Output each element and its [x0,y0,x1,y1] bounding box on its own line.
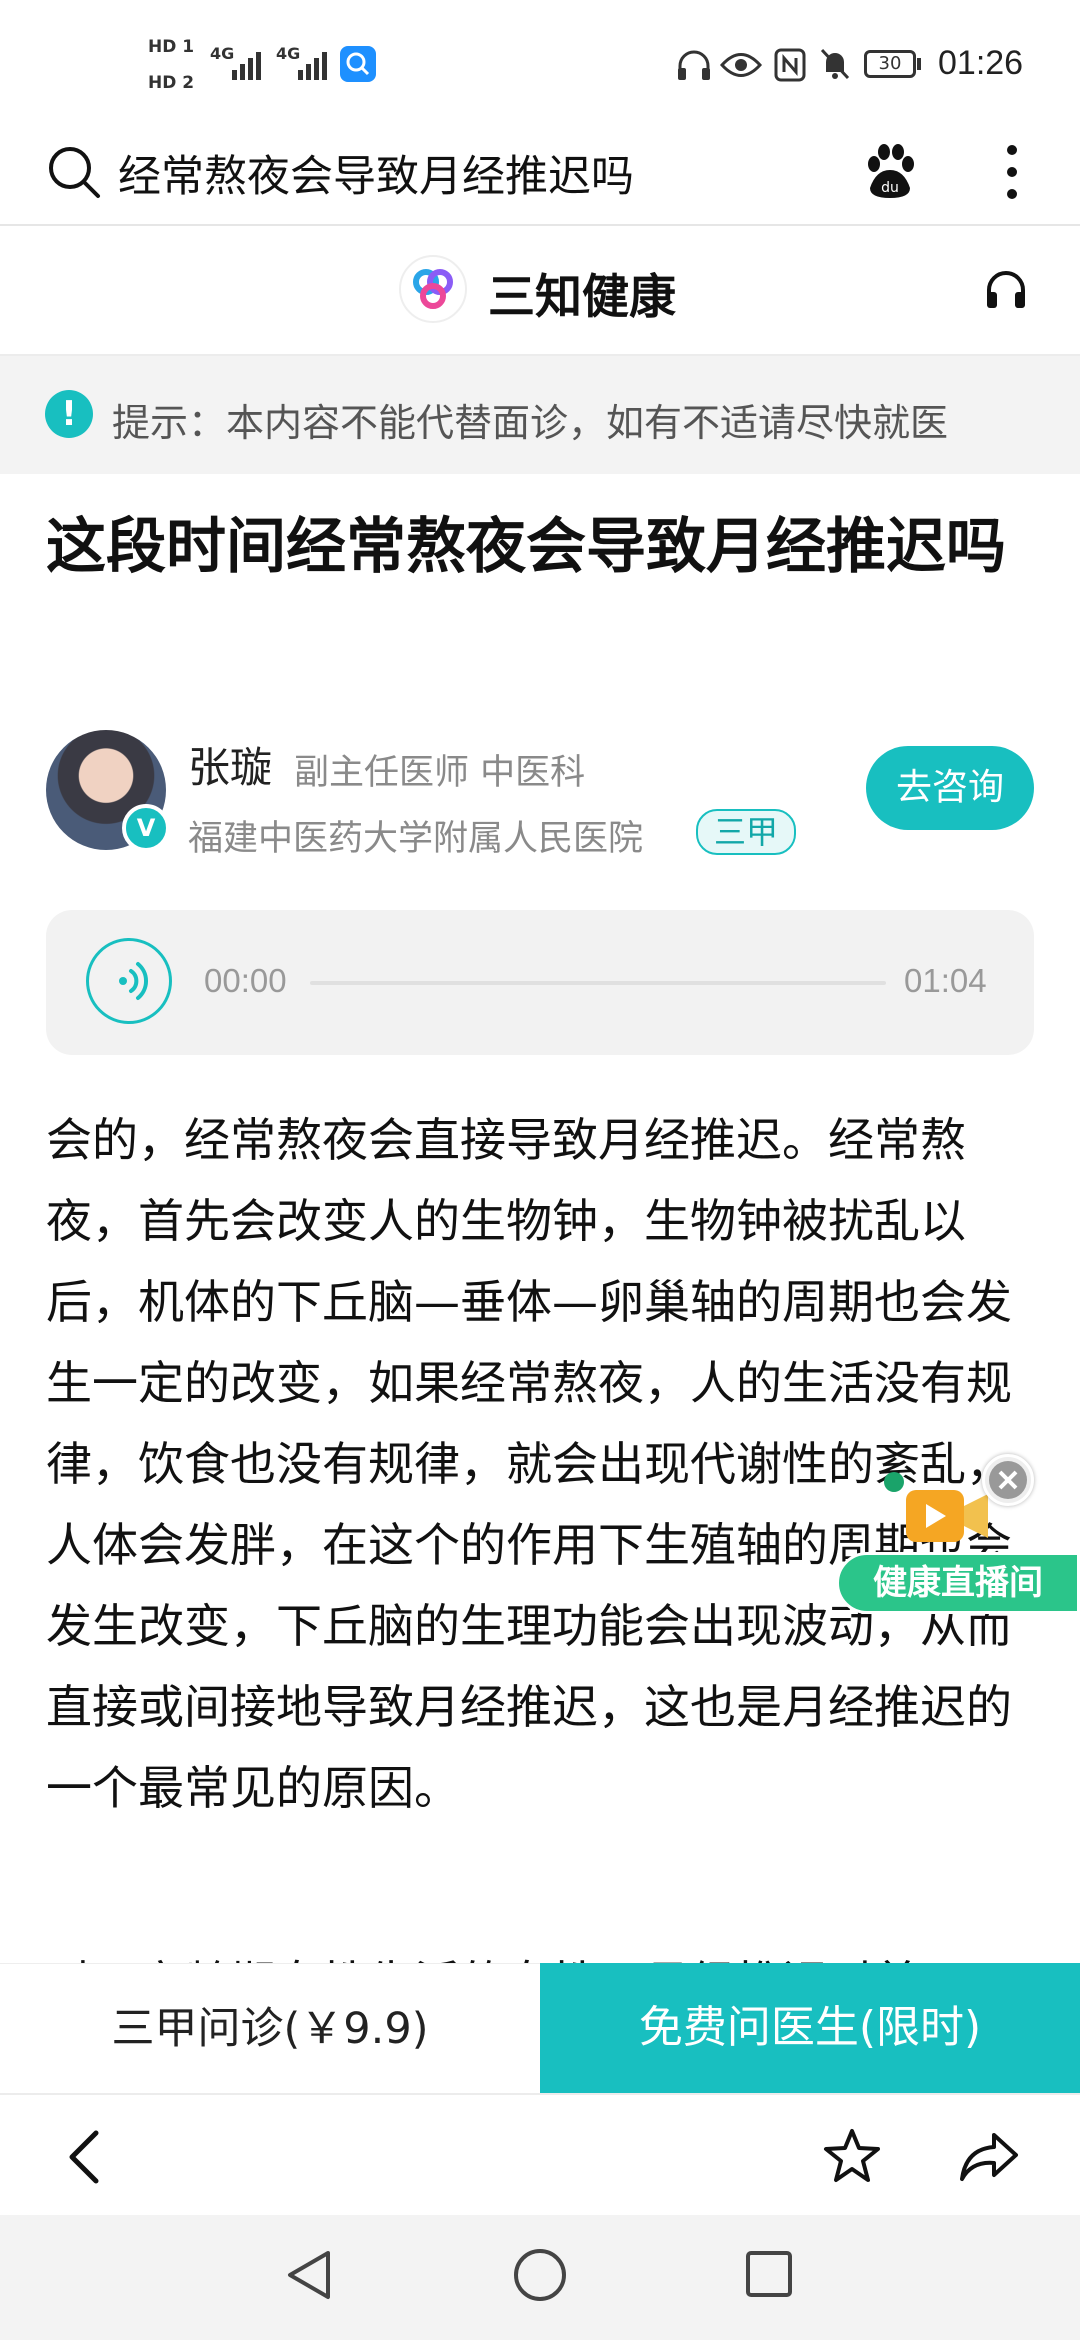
sim2-indicator: HD 2 [148,73,195,93]
nav-back-icon[interactable] [284,2247,334,2307]
paid-consult-label[interactable]: 三甲问诊(￥9.9) [0,1964,540,2094]
audio-play-button[interactable] [86,938,172,1024]
eye-icon [719,50,763,84]
search-query[interactable]: 经常熬夜会导致月经推迟吗 [118,142,634,204]
system-navigation-bar [0,2215,1080,2340]
close-icon[interactable] [982,1454,1034,1506]
signal-icon-2 [298,48,327,80]
back-icon[interactable] [64,2127,104,2191]
battery-tip [917,58,921,70]
tip-text: 提示：本内容不能代替面诊，如有不适请尽快就医 [112,401,949,445]
alert-icon: ! [45,390,93,438]
browser-toolbar [0,2093,1080,2217]
search-bar[interactable]: 经常熬夜会导致月经推迟吗 du [0,120,1080,226]
nfc-icon [774,48,806,86]
free-consult-label[interactable]: 免费问医生(限时) [540,1963,1080,2093]
search-app-icon [340,46,376,82]
headphones-listen-icon[interactable] [984,270,1028,314]
baidu-paw-icon[interactable]: du [862,142,918,204]
audio-current-time: 00:00 [204,962,287,999]
brand-name: 三知健康 [488,270,676,325]
app-header: 三知健康 [0,226,1080,356]
hospital-name: 福建中医药大学附属人民医院 [188,819,644,859]
svg-text:du: du [881,180,899,196]
disclaimer-tip: ! 提示：本内容不能代替面诊，如有不适请尽快就医 [0,356,1080,474]
consult-action-bar: 三甲问诊(￥9.9) 免费问医生(限时) [0,1963,1080,2094]
consult-button[interactable]: 去咨询 [866,746,1034,830]
audio-duration: 01:04 [904,962,987,999]
doctor-title: 副主任医师 中医科 [294,753,586,793]
live-stream-widget[interactable]: 健康直播间 [836,1444,1080,1636]
doctor-name[interactable]: 张璇 [188,734,272,795]
signal-icon [232,48,261,80]
brand-logo-icon [398,254,468,324]
clock: 01:26 [938,44,1024,82]
nav-recents-icon[interactable] [744,2249,794,2303]
verified-badge-icon: V [122,804,170,852]
more-menu-icon[interactable] [1006,142,1018,206]
live-label-pill[interactable]: 健康直播间 [836,1552,1080,1614]
favorite-star-icon[interactable] [822,2127,882,2189]
headphones-icon [676,48,712,86]
article-title: 这段时间经常熬夜会导致月经推迟吗 [46,512,1006,582]
nav-home-icon[interactable] [512,2247,568,2307]
network-type-2: 4G [276,44,301,63]
mute-icon [818,46,852,86]
share-icon[interactable] [958,2129,1020,2187]
hospital-level-badge: 三甲 [696,809,797,855]
audio-player: 00:00 01:04 [46,910,1034,1055]
live-label[interactable]: 健康直播间 [839,1555,1077,1611]
battery-indicator: 30 [864,50,916,78]
search-icon[interactable] [46,144,102,204]
status-bar: HD 1 HD 2 4G 4G 30 01:26 [0,0,1080,120]
audio-progress-track[interactable] [310,981,886,985]
paid-consult-button[interactable]: 三甲问诊(￥9.9) [0,1963,540,2094]
sim1-indicator: HD 1 [148,37,195,57]
free-consult-button[interactable]: 免费问医生(限时) [540,1963,1080,2093]
network-type-1: 4G [210,44,235,63]
